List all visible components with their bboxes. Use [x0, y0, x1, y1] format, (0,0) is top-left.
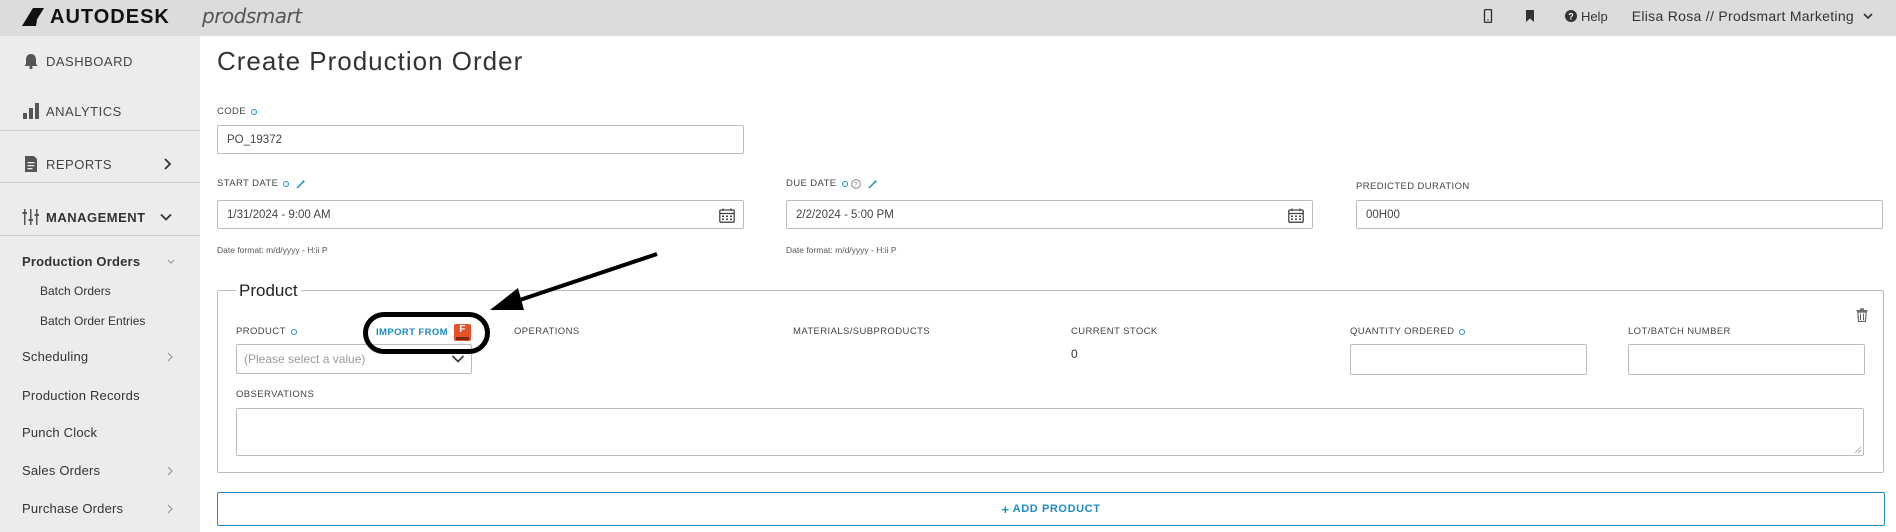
due-date-value: 2/2/2024 - 5:00 PM — [796, 208, 894, 221]
sidebar-item-batch-orders[interactable]: Batch Orders — [40, 284, 111, 298]
product-select-placeholder: (Please select a value) — [244, 352, 366, 366]
sidebar-item-label: REPORTS — [46, 156, 113, 172]
required-indicator-icon — [251, 108, 258, 115]
start-date-format-hint: Date format: m/d/yyyy - H:ii P — [217, 245, 328, 255]
add-product-label: ADD PRODUCT — [1012, 503, 1101, 515]
due-date-input[interactable]: 2/2/2024 - 5:00 PM — [786, 200, 1313, 229]
product-label-text: PRODUCT — [236, 326, 286, 337]
chevron-right-icon — [167, 352, 173, 362]
svg-text:?: ? — [854, 181, 858, 188]
main-content: Create Production Order CODE PO_19372 ST… — [200, 36, 1896, 532]
bell-icon — [24, 54, 38, 70]
help-label: Help — [1580, 8, 1608, 24]
sidebar-item-sales-orders[interactable]: Sales Orders — [22, 463, 100, 478]
report-document-icon — [25, 156, 37, 172]
quantity-ordered-label-text: QUANTITY ORDERED — [1350, 326, 1455, 337]
sidebar-item-scheduling[interactable]: Scheduling — [22, 349, 88, 364]
chevron-down-icon[interactable] — [1862, 10, 1874, 22]
svg-text:?: ? — [1568, 12, 1574, 22]
due-date-label-text: DUE DATE — [786, 178, 837, 189]
sidebar-divider — [0, 130, 200, 131]
materials-column-label: MATERIALS/SUBPRODUCTS — [793, 326, 931, 337]
bookmark-icon[interactable] — [1523, 9, 1537, 23]
sidebar-item-production-records[interactable]: Production Records — [22, 388, 140, 403]
sidebar-divider — [0, 235, 200, 236]
trash-icon[interactable] — [1856, 308, 1868, 322]
sidebar-item-production-orders[interactable]: Production Orders — [22, 254, 140, 269]
current-stock-value: 0 — [1071, 347, 1078, 361]
bar-chart-icon — [23, 103, 39, 119]
sidebar-item-label: ANALYTICS — [46, 103, 122, 119]
observations-textarea[interactable] — [236, 408, 1864, 456]
chevron-right-icon — [164, 158, 172, 170]
chevron-right-icon — [167, 466, 173, 476]
calendar-icon[interactable] — [719, 208, 735, 223]
mobile-icon[interactable] — [1481, 9, 1495, 23]
question-circle-icon[interactable]: ? — [850, 178, 861, 189]
management-sliders-icon — [22, 209, 39, 225]
sidebar-item-punch-clock[interactable]: Punch Clock — [22, 425, 97, 440]
resize-grip-icon[interactable] — [1854, 446, 1862, 454]
help-link[interactable]: ? Help — [1564, 8, 1608, 24]
code-label-text: CODE — [217, 106, 247, 117]
sidebar: DASHBOARD ANALYTICS REPORTS MANAGEMENT P… — [0, 36, 200, 532]
sidebar-item-purchase-orders[interactable]: Purchase Orders — [22, 501, 123, 516]
chevron-down-icon — [451, 355, 465, 363]
sidebar-item-reports[interactable]: REPORTS — [22, 155, 178, 173]
calendar-icon[interactable] — [1288, 208, 1304, 223]
quantity-ordered-input[interactable] — [1350, 344, 1587, 375]
due-date-label: DUE DATE ? — [786, 178, 878, 189]
quantity-ordered-column-label: QUANTITY ORDERED — [1350, 326, 1466, 337]
product-section-legend: Product — [236, 281, 301, 301]
page-title: Create Production Order — [217, 46, 524, 76]
code-input[interactable]: PO_19372 — [217, 125, 744, 154]
chevron-right-icon — [167, 504, 173, 514]
add-product-button[interactable]: + ADD PRODUCT — [217, 492, 1885, 526]
sidebar-item-management[interactable]: MANAGEMENT — [22, 208, 178, 226]
start-date-label-text: START DATE — [217, 178, 279, 189]
due-date-format-hint: Date format: m/d/yyyy - H:ii P — [786, 245, 897, 255]
autodesk-logo-icon — [22, 8, 44, 26]
sidebar-item-label: MANAGEMENT — [46, 209, 146, 225]
annotation-highlight-oval — [363, 312, 490, 354]
chevron-down-icon — [160, 213, 172, 221]
start-date-value: 1/31/2024 - 9:00 AM — [227, 208, 331, 221]
question-circle-icon: ? — [1564, 10, 1577, 22]
lot-batch-number-input[interactable] — [1628, 344, 1865, 375]
required-indicator-icon — [1459, 328, 1466, 335]
sidebar-item-dashboard[interactable]: DASHBOARD — [22, 52, 133, 70]
required-indicator-icon — [841, 180, 848, 187]
lot-batch-column-label: LOT/BATCH NUMBER — [1628, 326, 1731, 337]
user-account-menu[interactable]: Elisa Rosa // Prodsmart Marketing — [1632, 8, 1854, 24]
predicted-duration-label: PREDICTED DURATION — [1356, 181, 1470, 192]
magic-wand-icon[interactable] — [296, 179, 306, 189]
autodesk-logo[interactable]: AUTODESK — [22, 6, 170, 28]
prodsmart-logo[interactable]: prodsmart — [202, 4, 302, 28]
observations-label: OBSERVATIONS — [236, 389, 315, 400]
start-date-input[interactable]: 1/31/2024 - 9:00 AM — [217, 200, 744, 229]
current-stock-column-label: CURRENT STOCK — [1071, 326, 1158, 337]
sidebar-item-batch-order-entries[interactable]: Batch Order Entries — [40, 314, 145, 328]
code-label: CODE — [217, 106, 258, 117]
chevron-down-icon — [167, 259, 175, 264]
annotation-arrow-icon — [490, 252, 658, 310]
top-navigation-bar: AUTODESK prodsmart ? Help Elisa Rosa // … — [0, 0, 1896, 36]
magic-wand-icon[interactable] — [868, 179, 878, 189]
required-indicator-icon — [290, 328, 297, 335]
autodesk-logo-text: AUTODESK — [50, 5, 170, 28]
sidebar-divider — [0, 182, 200, 183]
sidebar-item-label: DASHBOARD — [46, 53, 133, 69]
operations-column-label: OPERATIONS — [514, 326, 580, 337]
product-column-label: PRODUCT — [236, 326, 297, 337]
start-date-label: START DATE — [217, 178, 306, 189]
sidebar-item-analytics[interactable]: ANALYTICS — [22, 102, 122, 120]
predicted-duration-input[interactable]: 00H00 — [1356, 200, 1883, 229]
required-indicator-icon — [283, 180, 290, 187]
plus-icon: + — [1001, 501, 1010, 517]
